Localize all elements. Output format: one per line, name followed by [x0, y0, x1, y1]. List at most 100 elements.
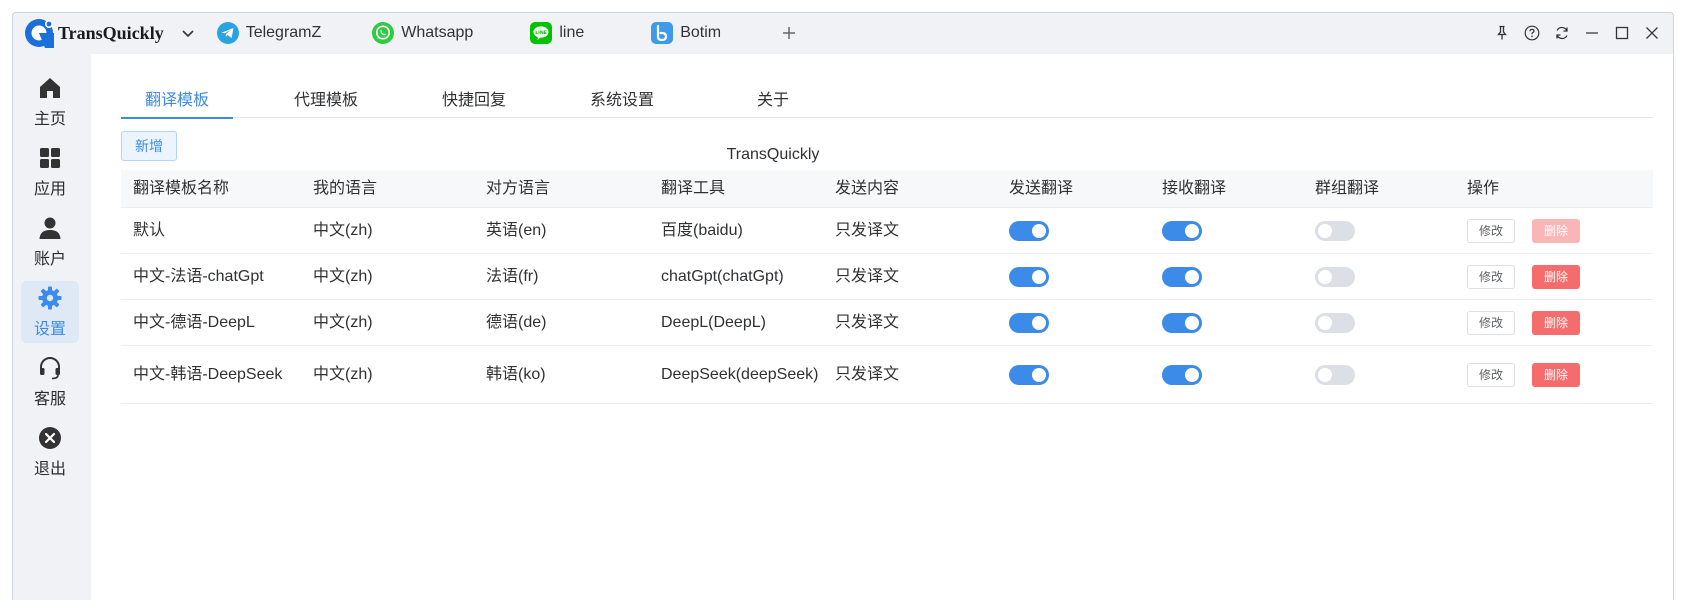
group-translate-toggle[interactable] — [1315, 312, 1355, 333]
app-tab-label: Whatsapp — [401, 24, 474, 41]
send-translate-toggle[interactable] — [1009, 220, 1049, 241]
edit-button[interactable]: 修改 — [1467, 362, 1515, 387]
send-translate-cell — [997, 312, 1150, 333]
sidebar-item-label: 账户 — [33, 251, 66, 268]
add-template-button[interactable]: 新增 — [121, 131, 177, 161]
settings-panel: 翻译模板 代理模板 快捷回复 系统设置 关于TransQuickly 新增 翻译… — [91, 54, 1673, 600]
receive-translate-toggle[interactable] — [1162, 220, 1202, 241]
group-translate-cell — [1303, 364, 1455, 385]
sidebar-item-logout[interactable]: 退出 — [21, 421, 79, 483]
send-translate-toggle[interactable] — [1009, 364, 1049, 385]
app-name: TransQuickly — [58, 22, 164, 43]
refresh-button[interactable] — [1547, 21, 1577, 45]
delete-button[interactable]: 删除 — [1532, 362, 1580, 387]
toggle-knob — [1318, 269, 1332, 284]
close-icon — [1646, 27, 1658, 39]
tab-proxy-templates[interactable]: 代理模板 — [291, 74, 361, 118]
maximize-icon — [1615, 26, 1629, 40]
gear-icon — [38, 286, 62, 310]
grid-icon — [40, 148, 60, 168]
user-icon — [39, 217, 61, 239]
tab-about[interactable]: 关于TransQuickly — [713, 74, 833, 163]
app-tab-line[interactable]: LINE line — [529, 13, 584, 53]
sidebar-item-label: 主页 — [33, 111, 66, 128]
app-tab-botim[interactable]: Botim — [650, 13, 721, 53]
toggle-knob — [1318, 367, 1332, 382]
botim-icon — [651, 22, 674, 44]
column-header: 对方语言 — [486, 180, 551, 197]
toggle-knob — [1032, 223, 1046, 238]
settings-tabs: 翻译模板 代理模板 快捷回复 系统设置 关于TransQuickly — [121, 74, 1653, 163]
close-circle-icon — [39, 427, 61, 449]
toggle-knob — [1032, 315, 1046, 330]
send-translate-cell — [997, 364, 1150, 385]
sidebar-item-label: 退出 — [33, 461, 66, 478]
row-actions: 修改 删除 — [1455, 362, 1653, 387]
edit-button[interactable]: 修改 — [1467, 264, 1515, 289]
my-language: 中文(zh) — [313, 222, 373, 239]
toggle-knob — [1185, 367, 1199, 382]
sidebar-item-label: 客服 — [33, 391, 66, 408]
toggle-knob — [1185, 269, 1199, 284]
tab-quick-replies[interactable]: 快捷回复 — [441, 74, 507, 118]
row-actions: 修改 删除 — [1455, 218, 1653, 243]
other-language: 德语(de) — [486, 314, 547, 331]
send-translate-toggle[interactable] — [1009, 312, 1049, 333]
translate-templates-table: 翻译模板名称 我的语言 对方语言 翻译工具 发送内容 发送翻译 接收翻译 群组翻… — [121, 170, 1653, 404]
app-window: TransQuickly TelegramZ Whatsapp LINE lin… — [12, 12, 1674, 600]
delete-button[interactable]: 删除 — [1532, 310, 1580, 335]
app-tab-telegram[interactable]: TelegramZ — [216, 13, 321, 53]
send-translate-cell — [997, 220, 1150, 241]
receive-translate-toggle[interactable] — [1162, 312, 1202, 333]
toggle-knob — [1185, 223, 1199, 238]
receive-translate-toggle[interactable] — [1162, 364, 1202, 385]
help-button[interactable] — [1517, 21, 1547, 45]
group-translate-cell — [1303, 266, 1455, 287]
group-translate-toggle[interactable] — [1315, 266, 1355, 287]
sidebar-item-settings[interactable]: 设置 — [21, 281, 79, 343]
minimize-button[interactable] — [1577, 21, 1607, 45]
delete-button[interactable]: 删除 — [1532, 264, 1580, 289]
sidebar-item-home[interactable]: 主页 — [21, 71, 79, 133]
app-tab-whatsapp[interactable]: Whatsapp — [371, 13, 473, 53]
maximize-button[interactable] — [1607, 21, 1637, 45]
group-translate-toggle[interactable] — [1315, 220, 1355, 241]
row-actions: 修改 删除 — [1455, 310, 1653, 335]
other-language: 英语(en) — [486, 222, 547, 239]
app-menu-toggle[interactable] — [178, 23, 198, 43]
column-header: 我的语言 — [313, 180, 378, 197]
other-language: 法语(fr) — [486, 268, 539, 285]
home-icon — [40, 78, 60, 98]
window-controls — [1487, 21, 1667, 45]
group-translate-toggle[interactable] — [1315, 364, 1355, 385]
translate-tool: DeepSeek(deepSeek) — [661, 366, 819, 383]
add-tab-button[interactable] — [777, 21, 801, 45]
sidebar-item-support[interactable]: 客服 — [21, 351, 79, 413]
whatsapp-icon — [372, 22, 395, 44]
sidebar-item-apps[interactable]: 应用 — [21, 141, 79, 203]
app-logo: TransQuickly — [23, 13, 164, 53]
translate-tool: 百度(baidu) — [661, 222, 743, 239]
column-header: 发送内容 — [835, 180, 900, 197]
tab-translate-templates[interactable]: 翻译模板 — [121, 74, 233, 119]
close-button[interactable] — [1637, 21, 1667, 45]
send-translate-toggle[interactable] — [1009, 266, 1049, 287]
column-header: 发送翻译 — [1009, 180, 1074, 197]
minimize-icon — [1586, 32, 1598, 34]
column-header: 翻译模板名称 — [133, 180, 230, 197]
receive-translate-toggle[interactable] — [1162, 266, 1202, 287]
sidebar-item-account[interactable]: 账户 — [21, 211, 79, 273]
tab-system-settings[interactable]: 系统设置 — [589, 74, 655, 118]
pin-button[interactable] — [1487, 21, 1517, 45]
column-header: 翻译工具 — [661, 180, 726, 197]
table-row: 中文-法语-chatGpt 中文(zh) 法语(fr) chatGpt(chat… — [121, 254, 1653, 300]
pin-icon — [1497, 25, 1507, 40]
help-icon — [1524, 25, 1540, 41]
toggle-knob — [1185, 315, 1199, 330]
edit-button[interactable]: 修改 — [1467, 310, 1515, 335]
column-header: 操作 — [1467, 180, 1500, 197]
table-header: 翻译模板名称 我的语言 对方语言 翻译工具 发送内容 发送翻译 接收翻译 群组翻… — [121, 170, 1653, 208]
toggle-knob — [1032, 367, 1046, 382]
chevron-down-icon — [182, 30, 194, 38]
edit-button[interactable]: 修改 — [1467, 218, 1515, 243]
